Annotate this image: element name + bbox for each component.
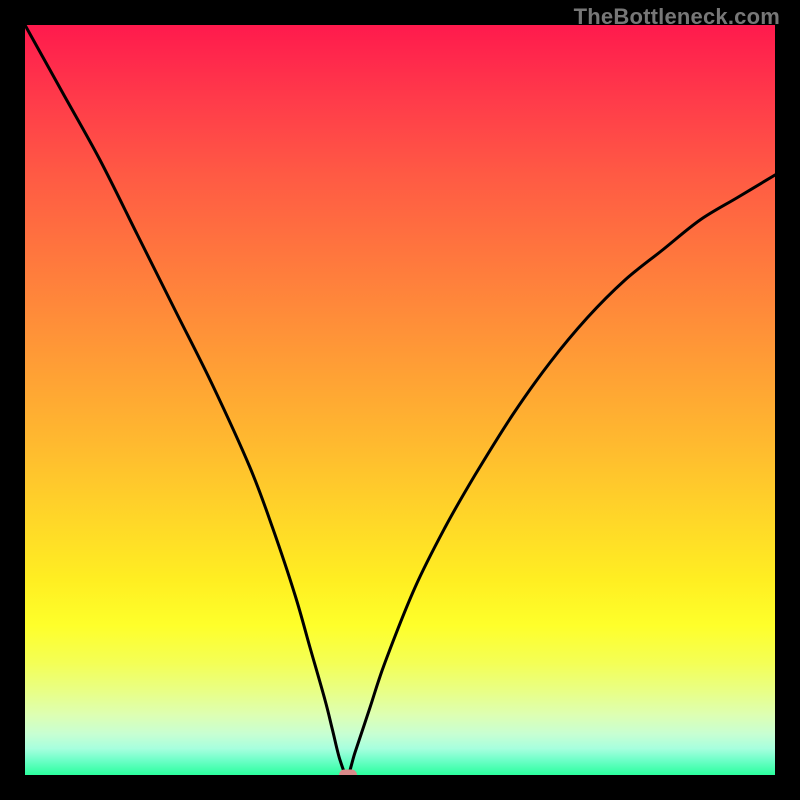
bottleneck-curve [25, 25, 775, 775]
curve-svg [25, 25, 775, 775]
plot-area [25, 25, 775, 775]
chart-frame: TheBottleneck.com [0, 0, 800, 800]
optimum-marker [339, 770, 357, 776]
